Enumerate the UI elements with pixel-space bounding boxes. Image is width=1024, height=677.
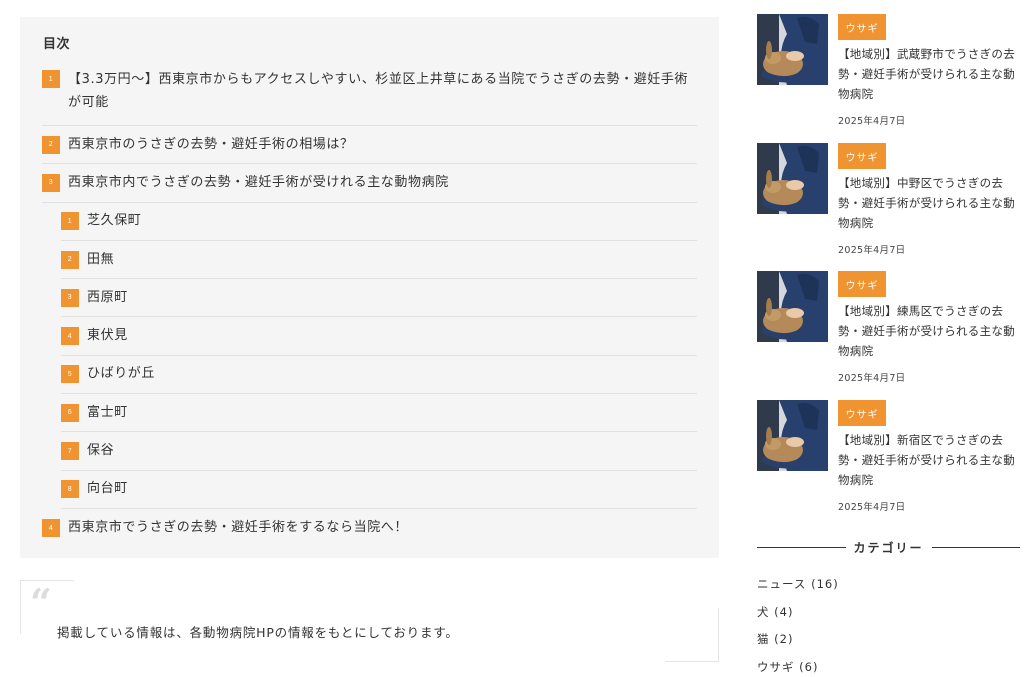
category-heading: カテゴリー — [757, 538, 1021, 556]
toc-link[interactable]: 西原町 — [87, 288, 128, 308]
quote-text: 掲載している情報は、各動物病院HPの情報をもとにしております。 — [57, 625, 459, 640]
category-tag[interactable]: ウサギ — [838, 14, 886, 40]
toc-title: 目次 — [43, 37, 71, 52]
category-title: カテゴリー — [853, 540, 924, 555]
toc-number-badge: 2 — [61, 250, 79, 269]
toc-subitem-5[interactable]: 5 ひばりが丘 — [61, 356, 697, 395]
sidebar-post[interactable]: ウサギ 【地域別】武蔵野市でうさぎの去勢・避妊手術が受けられる主な動物病院 20… — [757, 14, 1019, 134]
toc-item-1[interactable]: 1 【3.3万円〜】西東京市からもアクセスしやすい、杉並区上井草にある当院でうさ… — [42, 65, 697, 126]
post-thumbnail[interactable] — [757, 271, 828, 342]
toc-number-badge: 1 — [42, 70, 60, 88]
toc-number-badge: 3 — [61, 288, 79, 307]
post-date: 2025年4月7日 — [838, 502, 906, 513]
post-date: 2025年4月7日 — [838, 116, 906, 127]
category-link-cat[interactable]: 猫 (2) — [757, 630, 839, 658]
quote-border — [20, 580, 21, 634]
quote-border — [665, 661, 719, 662]
post-thumbnail[interactable] — [757, 14, 828, 85]
post-date: 2025年4月7日 — [838, 245, 906, 256]
toc-link[interactable]: 西東京市でうさぎの去勢・避妊手術をするなら当院へ！ — [68, 518, 408, 538]
toc-item-2[interactable]: 2 西東京市のうさぎの去勢・避妊手術の相場は？ — [42, 126, 697, 165]
post-date: 2025年4月7日 — [838, 373, 906, 384]
post-title-link[interactable]: 【地域別】武蔵野市でうさぎの去勢・避妊手術が受けられる主な動物病院 — [838, 44, 1019, 104]
post-title-link[interactable]: 【地域別】新宿区でうさぎの去勢・避妊手術が受けられる主な動物病院 — [838, 430, 1019, 490]
toc-list: 1 【3.3万円〜】西東京市からもアクセスしやすい、杉並区上井草にある当院でうさ… — [42, 65, 697, 547]
toc-number-badge: 4 — [42, 519, 60, 538]
divider — [757, 546, 846, 548]
rabbit-photo — [757, 14, 828, 85]
toc-link[interactable]: 富士町 — [87, 403, 128, 423]
rabbit-photo — [757, 143, 828, 214]
toc-link[interactable]: 東伏見 — [87, 326, 128, 346]
toc-subitem-2[interactable]: 2 田無 — [61, 241, 697, 280]
category-tag[interactable]: ウサギ — [838, 271, 886, 297]
toc-subitem-3[interactable]: 3 西原町 — [61, 279, 697, 318]
toc-number-badge: 2 — [42, 135, 60, 154]
toc-link[interactable]: 田無 — [87, 250, 114, 270]
toc-link[interactable]: 保谷 — [87, 441, 114, 461]
category-link-dog[interactable]: 犬 (4) — [757, 603, 839, 631]
sidebar-post[interactable]: ウサギ 【地域別】新宿区でうさぎの去勢・避妊手術が受けられる主な動物病院 202… — [757, 400, 1019, 520]
toc-link[interactable]: 西東京市内でうさぎの去勢・避妊手術が受けれる主な動物病院 — [68, 173, 449, 193]
post-title-link[interactable]: 【地域別】練馬区でうさぎの去勢・避妊手術が受けられる主な動物病院 — [838, 301, 1019, 361]
rabbit-photo — [757, 400, 828, 471]
sidebar-post[interactable]: ウサギ 【地域別】中野区でうさぎの去勢・避妊手術が受けられる主な動物病院 202… — [757, 143, 1019, 263]
toc-number-badge: 6 — [61, 403, 79, 422]
toc-number-badge: 7 — [61, 442, 79, 461]
rabbit-photo — [757, 271, 828, 342]
category-link-rabbit[interactable]: ウサギ (6) — [757, 658, 839, 677]
category-tag[interactable]: ウサギ — [838, 143, 886, 169]
category-list: ニュース (16) 犬 (4) 猫 (2) ウサギ (6) — [757, 575, 839, 677]
divider — [931, 546, 1021, 548]
toc-link[interactable]: 西東京市のうさぎの去勢・避妊手術の相場は？ — [68, 135, 354, 155]
post-thumbnail[interactable] — [757, 143, 828, 214]
disclaimer-quote: “ 掲載している情報は、各動物病院HPの情報をもとにしております。 — [20, 580, 719, 662]
toc-link[interactable]: 芝久保町 — [87, 211, 141, 231]
category-tag[interactable]: ウサギ — [838, 400, 886, 426]
toc-number-badge: 3 — [42, 173, 60, 192]
quote-open-icon: “ — [30, 580, 52, 625]
toc-subitem-4[interactable]: 4 東伏見 — [61, 317, 697, 356]
toc-number-badge: 5 — [61, 365, 79, 384]
post-title-link[interactable]: 【地域別】中野区でうさぎの去勢・避妊手術が受けられる主な動物病院 — [838, 173, 1019, 233]
sidebar-post[interactable]: ウサギ 【地域別】練馬区でうさぎの去勢・避妊手術が受けられる主な動物病院 202… — [757, 271, 1019, 391]
category-link-news[interactable]: ニュース (16) — [757, 575, 839, 603]
toc-subitem-1[interactable]: 1 芝久保町 — [61, 203, 697, 241]
toc-subitem-7[interactable]: 7 保谷 — [61, 432, 697, 471]
toc-subitem-6[interactable]: 6 富士町 — [61, 394, 697, 433]
toc-item-3[interactable]: 3 西東京市内でうさぎの去勢・避妊手術が受けれる主な動物病院 — [42, 164, 697, 203]
toc-number-badge: 1 — [61, 212, 79, 231]
table-of-contents: 目次 1 【3.3万円〜】西東京市からもアクセスしやすい、杉並区上井草にある当院… — [20, 17, 719, 558]
toc-link[interactable]: 向台町 — [87, 479, 128, 499]
post-thumbnail[interactable] — [757, 400, 828, 471]
toc-item-4[interactable]: 4 西東京市でうさぎの去勢・避妊手術をするなら当院へ！ — [42, 509, 697, 547]
toc-link[interactable]: ひばりが丘 — [87, 364, 155, 384]
toc-number-badge: 4 — [61, 327, 79, 346]
toc-number-badge: 8 — [61, 480, 79, 499]
toc-subitem-8[interactable]: 8 向台町 — [61, 471, 697, 509]
toc-link[interactable]: 【3.3万円〜】西東京市からもアクセスしやすい、杉並区上井草にある当院でうさぎの… — [68, 68, 697, 114]
quote-border — [718, 608, 719, 662]
